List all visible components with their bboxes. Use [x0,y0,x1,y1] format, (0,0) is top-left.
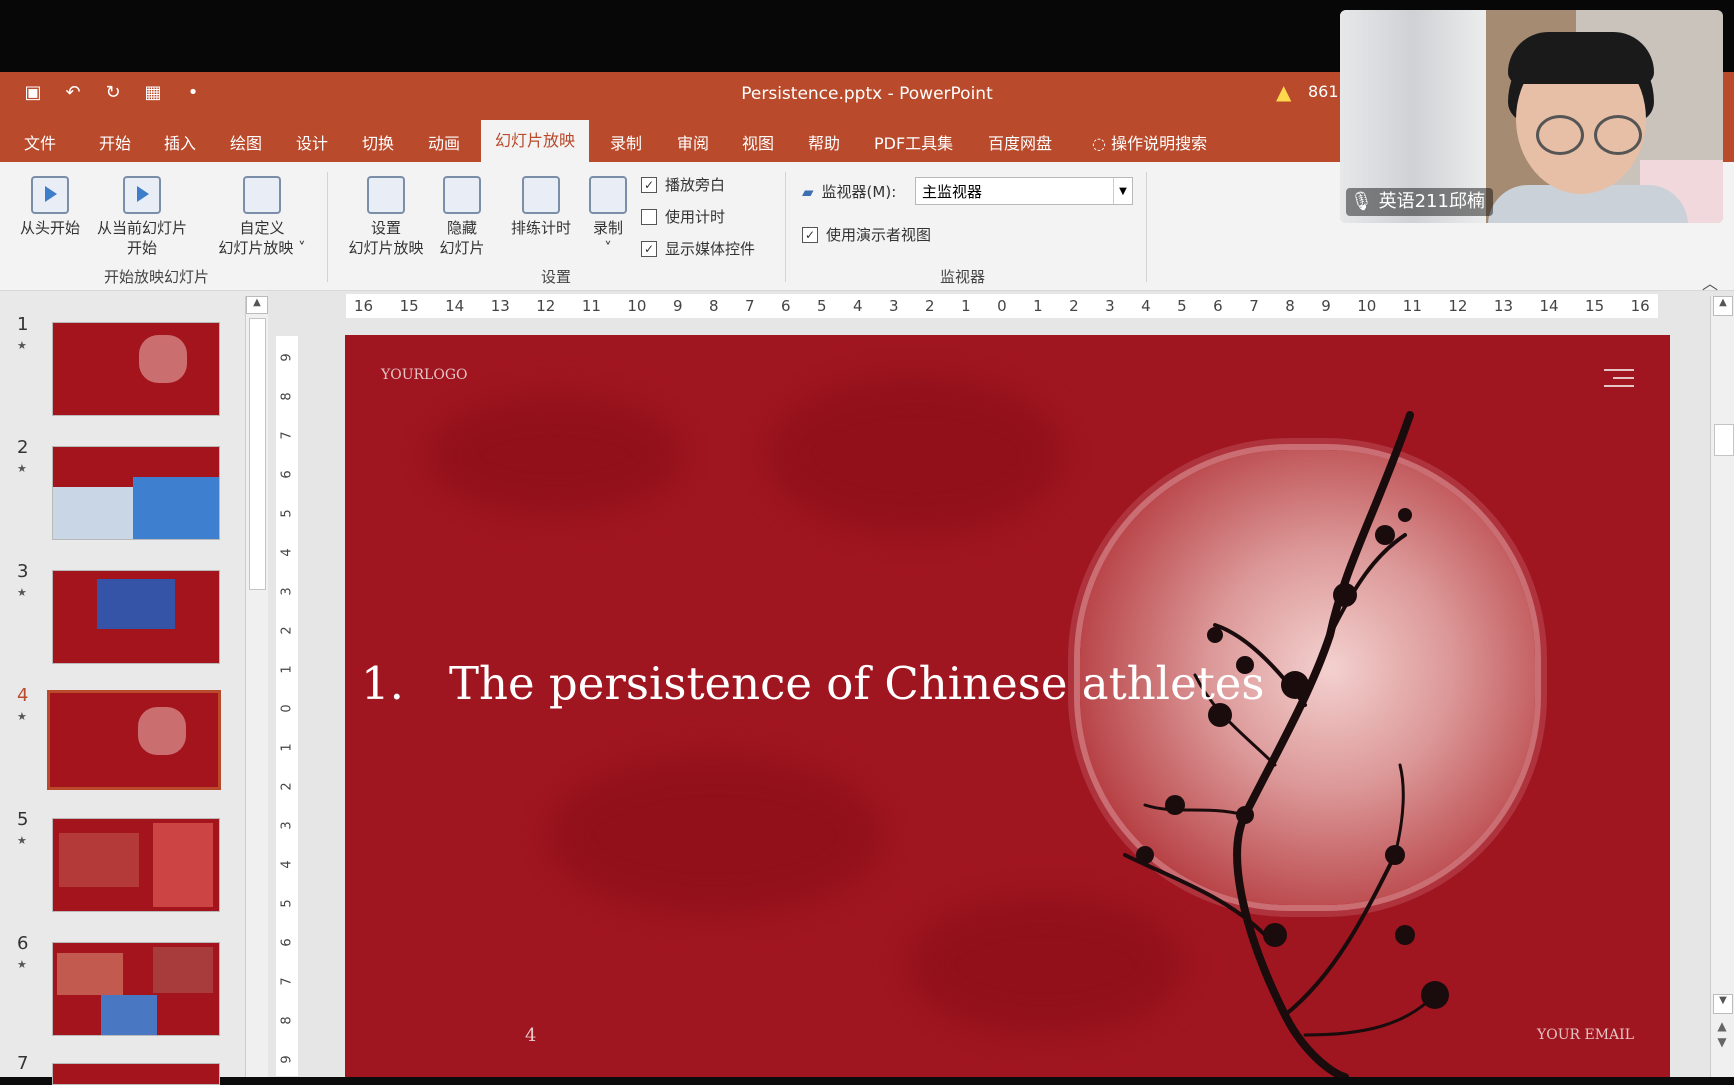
transition-star-icon: ★ [17,958,27,971]
warning-icon: ▲ [1276,80,1292,104]
slide-title[interactable]: 1. The persistence of Chinese athletes [361,657,1265,710]
monitor-icon: ▰ [802,182,814,201]
checkbox-checked: ✓ [641,240,657,257]
presenter-view-checkbox[interactable]: ✓ 使用演示者视图 [802,224,931,245]
warning-count: 861 [1308,82,1339,101]
monitor-select[interactable]: 主监视器 ▼ [915,177,1133,205]
tell-me-search[interactable]: ◌ 操作说明搜索 [1092,130,1207,154]
transition-star-icon: ★ [17,834,27,847]
slide-thumbnail-panel: 1 ★ 2 ★ 3 ★ 4 ★ 5 ★ 6 ★ 7 [0,291,268,1085]
use-timings-checkbox[interactable]: 使用计时 [641,206,725,227]
custom-slideshow-button[interactable]: 自定义 幻灯片放映 ˅ [210,176,314,258]
tab-design[interactable]: 设计 [296,130,328,154]
record-button[interactable]: 录制 ˅ [584,176,632,258]
checkbox-checked: ✓ [641,176,657,193]
tab-help[interactable]: 帮助 [808,130,840,154]
participant-name-label: 🎙 英语211邱楠 [1346,188,1493,216]
hide-slide-button[interactable]: 隐藏 幻灯片 [434,176,490,258]
from-current-slide-button[interactable]: 从当前幻灯片 开始 [90,176,194,258]
horizontal-ruler: 16 15 14 13 12 11 10 9 8 7 6 5 4 3 2 1 0 1 2 3 4 5 6 7 8 9 10 11 12 1… [346,294,1658,318]
thumb-number: 1 [17,314,29,335]
tab-animations[interactable]: 动画 [428,130,460,154]
stopwatch-icon [522,176,560,214]
slide-thumbnail-5[interactable] [52,818,220,912]
slide-thumbnail-2[interactable] [52,446,220,540]
glasses-icon [1536,115,1646,155]
tab-slideshow[interactable]: 幻灯片放映 [481,120,590,162]
setup-icon [367,176,405,214]
thumb-number: 6 [17,933,29,954]
transition-star-icon: ★ [17,710,27,723]
thumb-number: 3 [17,561,29,582]
tab-review[interactable]: 审阅 [677,130,709,154]
thumb-number: 2 [17,437,29,458]
thumbnail-scrollbar[interactable]: ▲ [245,296,268,1077]
transition-star-icon: ★ [17,586,27,599]
play-narration-checkbox[interactable]: ✓ 播放旁白 [641,174,725,195]
editor-scrollbar[interactable]: ▲ ▼ ▲ ▼ [1710,296,1734,1077]
group-separator [327,172,328,282]
lightbulb-icon: ◌ [1092,134,1106,153]
thumb-number-active: 4 [17,685,29,706]
scroll-up-icon[interactable]: ▲ [246,296,268,314]
hide-slide-icon [443,176,481,214]
participant-fringe [1508,32,1654,84]
tab-baidu-netdisk[interactable]: 百度网盘 [988,130,1052,154]
slide-footer-email: YOUR EMAIL [1536,1027,1634,1043]
group-label-monitors: 监视器 [940,268,986,286]
scroll-up-icon[interactable]: ▲ [1713,296,1733,316]
checkbox-unchecked [641,208,657,225]
slide-thumbnail-3[interactable] [52,570,220,664]
scroll-down-icon[interactable]: ▼ [1713,994,1733,1014]
webcam-overlay: 🎙 英语211邱楠 [1340,10,1723,223]
slideshow-current-icon [123,176,161,214]
transition-star-icon: ★ [17,339,27,352]
prev-next-slide-icon[interactable]: ▲ ▼ [1713,1018,1731,1050]
custom-show-icon [243,176,281,214]
tab-home[interactable]: 开始 [99,130,131,154]
record-icon [589,176,627,214]
rehearse-timings-button[interactable]: 排练计时 [504,176,578,238]
scrollbar-thumb[interactable] [249,318,266,590]
tab-view[interactable]: 视图 [742,130,774,154]
slide-canvas[interactable]: YOURLOGO 1. The persistence of Chinese at [345,335,1670,1077]
transition-star-icon: ★ [17,462,27,475]
group-label-setup: 设置 [541,268,572,286]
chevron-down-icon[interactable]: ▼ [1113,178,1132,204]
tab-insert[interactable]: 插入 [164,130,196,154]
microphone-icon: 🎙 [1350,191,1373,212]
group-separator [1146,172,1147,282]
slide-thumbnail-1[interactable] [52,322,220,416]
scrollbar-thumb[interactable] [1714,424,1734,456]
thumb-number: 7 [17,1053,29,1074]
thumb-number: 5 [17,809,29,830]
checkbox-checked: ✓ [802,226,818,243]
slide-page-number: 4 [525,1025,537,1046]
slideshow-play-icon [31,176,69,214]
from-beginning-button[interactable]: 从头开始 [14,176,86,238]
vertical-ruler: 9 8 7 6 5 4 3 2 1 0 1 2 3 4 5 6 7 8 9 [276,336,298,1076]
slide-thumbnail-7[interactable] [52,1063,220,1085]
monitor-label: ▰ 监视器(M): [802,182,897,202]
tab-transitions[interactable]: 切换 [362,130,394,154]
setup-slideshow-button[interactable]: 设置 幻灯片放映 [342,176,430,258]
tab-draw[interactable]: 绘图 [230,130,262,154]
slide-thumbnail-4-selected[interactable] [47,690,221,790]
group-label-start: 开始放映幻灯片 [104,268,210,286]
slide-thumbnail-6[interactable] [52,942,220,1036]
tab-record[interactable]: 录制 [610,130,642,154]
tab-pdf-tools[interactable]: PDF工具集 [874,130,953,154]
show-media-controls-checkbox[interactable]: ✓ 显示媒体控件 [641,238,755,259]
tab-file[interactable]: 文件 [24,130,56,154]
group-separator [785,172,786,282]
